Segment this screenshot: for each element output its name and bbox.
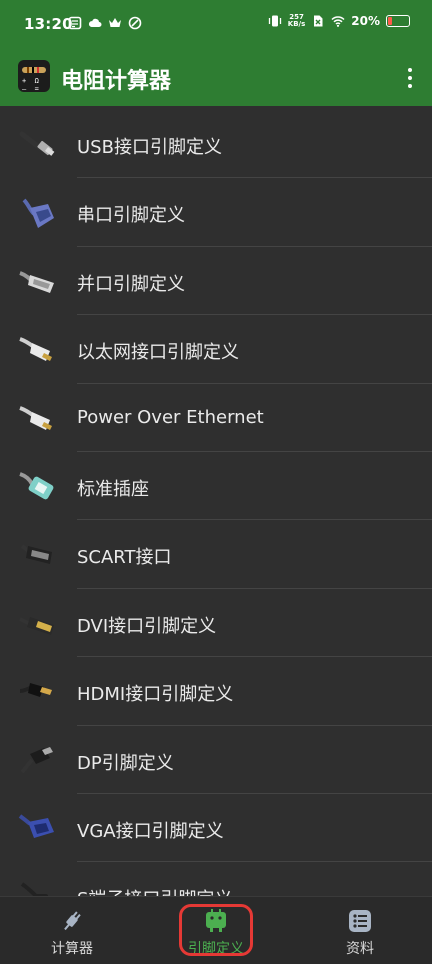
- list-item[interactable]: 以太网接口引脚定义: [0, 315, 432, 384]
- list-item-label: VGA接口引脚定义: [77, 820, 224, 842]
- rj-socket-icon: [19, 472, 54, 500]
- list-item[interactable]: 标准插座: [0, 452, 432, 521]
- plug-icon: [64, 911, 81, 931]
- list-item-label: SCART接口: [77, 547, 172, 569]
- list-item[interactable]: USB接口引脚定义: [0, 110, 432, 179]
- resistor-calculator-icon: + Ω – =: [18, 60, 50, 92]
- sim-off-icon: [314, 15, 323, 27]
- more-vert-icon[interactable]: [402, 64, 418, 92]
- list-item-label: 以太网接口引脚定义: [77, 342, 239, 364]
- displayport-cable-icon: [20, 746, 53, 773]
- ethernet-cable-icon: [19, 337, 52, 362]
- list-item-label: 串口引脚定义: [77, 205, 185, 227]
- list-item[interactable]: S端子接口引脚定义: [0, 862, 432, 896]
- list-item[interactable]: Power Over Ethernet: [0, 384, 432, 452]
- status-time: 13:20: [24, 15, 73, 33]
- nav-item-calculator[interactable]: 计算器: [0, 897, 144, 964]
- status-bar: 13:20 257 KB/s 20%: [0, 0, 432, 50]
- list-item-label: 并口引脚定义: [77, 273, 185, 295]
- list-item-label: DVI接口引脚定义: [77, 615, 217, 637]
- usb-cable-icon: [19, 131, 55, 156]
- list-item[interactable]: VGA接口引脚定义: [0, 794, 432, 863]
- list-item[interactable]: 串口引脚定义: [0, 178, 432, 247]
- notes-icon: [68, 16, 82, 30]
- dvi-cable-icon: [19, 616, 54, 635]
- list-item[interactable]: SCART接口: [0, 520, 432, 589]
- list-item-label: DP引脚定义: [77, 752, 174, 774]
- scart-cable-icon: [20, 544, 52, 565]
- vibrate-icon: [268, 15, 281, 27]
- battery-percent: 20%: [351, 14, 380, 28]
- s-video-cable-icon: [20, 882, 48, 896]
- list-item-label: S端子接口引脚定义: [77, 885, 232, 896]
- list-icon: [349, 910, 371, 932]
- net-speed: 257 KB/s: [288, 14, 305, 28]
- hdmi-cable-icon: [19, 683, 52, 698]
- cloud-icon: [88, 18, 102, 27]
- parallel-port-icon: [19, 270, 54, 293]
- list-item-label: HDMI接口引脚定义: [77, 684, 234, 706]
- list-item-label: USB接口引脚定义: [77, 137, 222, 158]
- vga-cable-icon: [18, 814, 54, 838]
- list-item-label: Power Over Ethernet: [77, 406, 264, 428]
- app-title: 电阻计算器: [61, 69, 172, 94]
- pinout-list[interactable]: USB接口引脚定义 串口引脚定义 并口引脚定义以太网接口引脚定义 Power Over…: [0, 110, 432, 896]
- poe-cable-icon: [19, 405, 52, 430]
- nav-label-info: 资料: [346, 941, 374, 957]
- list-item[interactable]: DP引脚定义: [0, 726, 432, 794]
- status-left-icons: [68, 16, 142, 30]
- list-item-label: 标准插座: [77, 478, 149, 500]
- app-bar: + Ω – = 电阻计算器: [0, 50, 432, 106]
- wifi-icon: [331, 16, 345, 27]
- list-item[interactable]: 并口引脚定义: [0, 247, 432, 316]
- list-item[interactable]: HDMI接口引脚定义: [0, 657, 432, 726]
- battery-icon: [386, 15, 410, 27]
- crown-icon: [109, 18, 121, 27]
- nav-item-info[interactable]: 资料: [288, 897, 432, 964]
- serial-port-icon: [22, 198, 54, 229]
- selection-highlight: [179, 904, 253, 956]
- list-item[interactable]: DVI接口引脚定义: [0, 589, 432, 658]
- leaf-icon: [128, 16, 142, 30]
- status-right-icons: 257 KB/s 20%: [268, 14, 410, 28]
- net-speed-unit: KB/s: [287, 20, 306, 28]
- nav-label-calculator: 计算器: [51, 941, 93, 957]
